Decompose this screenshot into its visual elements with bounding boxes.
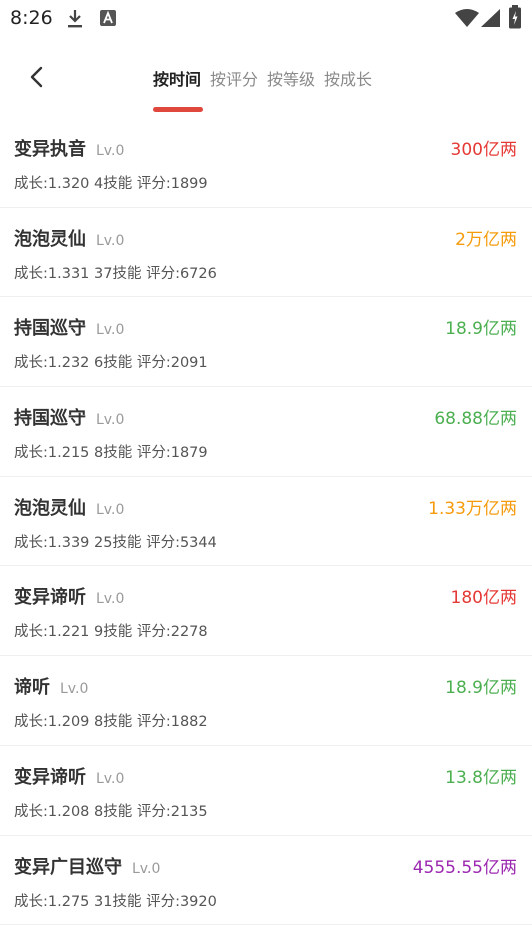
item-name: 变异谛听 <box>14 766 86 788</box>
item-level: Lv.0 <box>96 770 125 787</box>
list-item[interactable]: 变异谛听 Lv.0 13.8亿两 成长:1.208 8技能 评分:2135 <box>0 746 532 836</box>
item-name: 变异广目巡守 <box>14 856 122 878</box>
tab-by-time[interactable]: 按时间 <box>153 66 201 90</box>
item-stats: 成长:1.208 8技能 评分:2135 <box>14 803 208 820</box>
item-level: Lv.0 <box>96 501 125 518</box>
tab-by-growth[interactable]: 按成长 <box>324 66 372 90</box>
pet-list: 变异执音 Lv.0 300亿两 成长:1.320 4技能 评分:1899 泡泡灵仙… <box>0 118 532 926</box>
item-stats: 成长:1.221 9技能 评分:2278 <box>14 624 208 641</box>
list-item[interactable]: 持国巡守 Lv.0 18.9亿两 成长:1.232 6技能 评分:2091 <box>0 297 532 388</box>
item-price: 18.9亿两 <box>445 678 517 699</box>
item-level: Lv.0 <box>60 681 89 698</box>
item-name: 泡泡灵仙 <box>14 497 86 519</box>
download-icon <box>68 10 82 28</box>
tab-by-level[interactable]: 按等级 <box>267 66 315 90</box>
active-tab-indicator <box>153 107 203 112</box>
back-button[interactable] <box>22 62 50 92</box>
signal-icon <box>481 9 500 27</box>
item-name: 持国巡守 <box>14 408 86 430</box>
status-bar: 8:26 <box>0 0 532 38</box>
item-price: 68.88亿两 <box>434 409 517 430</box>
list-item[interactable]: 变异广目巡守 Lv.0 4555.55亿两 成长:1.275 31技能 评分:39… <box>0 836 532 926</box>
item-stats: 成长:1.331 37技能 评分:6726 <box>14 265 217 282</box>
tab-by-score[interactable]: 按评分 <box>210 66 258 90</box>
item-price: 300亿两 <box>450 140 517 160</box>
item-level: Lv.0 <box>96 232 125 249</box>
item-price: 13.8亿两 <box>445 767 517 788</box>
item-name: 变异执音 <box>14 139 86 160</box>
item-level: Lv.0 <box>132 860 161 877</box>
item-price: 180亿两 <box>450 588 517 609</box>
item-stats: 成长:1.339 25技能 评分:5344 <box>14 534 217 551</box>
list-item[interactable]: 谛听 Lv.0 18.9亿两 成长:1.209 8技能 评分:1882 <box>0 656 532 746</box>
list-item[interactable]: 持国巡守 Lv.0 68.88亿两 成长:1.215 8技能 评分:1879 <box>0 387 532 477</box>
item-price: 4555.55亿两 <box>412 857 517 878</box>
item-price: 1.33万亿两 <box>428 498 517 519</box>
item-name: 变异谛听 <box>14 587 86 609</box>
item-name: 泡泡灵仙 <box>14 228 86 250</box>
item-level: Lv.0 <box>96 322 125 339</box>
sort-tabs: 按时间 按评分 按等级 按成长 <box>153 66 381 90</box>
status-time: 8:26 <box>10 7 53 29</box>
list-item[interactable]: 泡泡灵仙 Lv.0 1.33万亿两 成长:1.339 25技能 评分:5344 <box>0 477 532 567</box>
chevron-left-icon <box>30 66 43 88</box>
list-item[interactable]: 变异谛听 Lv.0 180亿两 成长:1.221 9技能 评分:2278 <box>0 566 532 657</box>
list-item[interactable]: 变异执音 Lv.0 300亿两 成长:1.320 4技能 评分:1899 <box>0 118 532 208</box>
list-item[interactable]: 泡泡灵仙 Lv.0 2万亿两 成长:1.331 37技能 评分:6726 <box>0 208 532 298</box>
item-price: 2万亿两 <box>455 229 517 250</box>
item-level: Lv.0 <box>96 591 125 608</box>
font-a-icon <box>100 10 116 26</box>
item-level: Lv.0 <box>96 412 125 429</box>
item-stats: 成长:1.232 6技能 评分:2091 <box>14 355 208 372</box>
item-level: Lv.0 <box>96 143 125 159</box>
item-stats: 成长:1.209 8技能 评分:1882 <box>14 714 208 731</box>
wifi-icon <box>455 9 479 27</box>
item-stats: 成长:1.215 8技能 评分:1879 <box>14 445 208 462</box>
header: 按时间 按评分 按等级 按成长 <box>0 38 532 114</box>
item-name: 持国巡守 <box>14 318 86 340</box>
item-stats: 成长:1.320 4技能 评分:1899 <box>14 176 208 192</box>
item-price: 18.9亿两 <box>445 319 517 340</box>
item-name: 谛听 <box>14 677 50 699</box>
battery-icon <box>509 5 521 29</box>
item-stats: 成长:1.275 31技能 评分:3920 <box>14 893 217 910</box>
